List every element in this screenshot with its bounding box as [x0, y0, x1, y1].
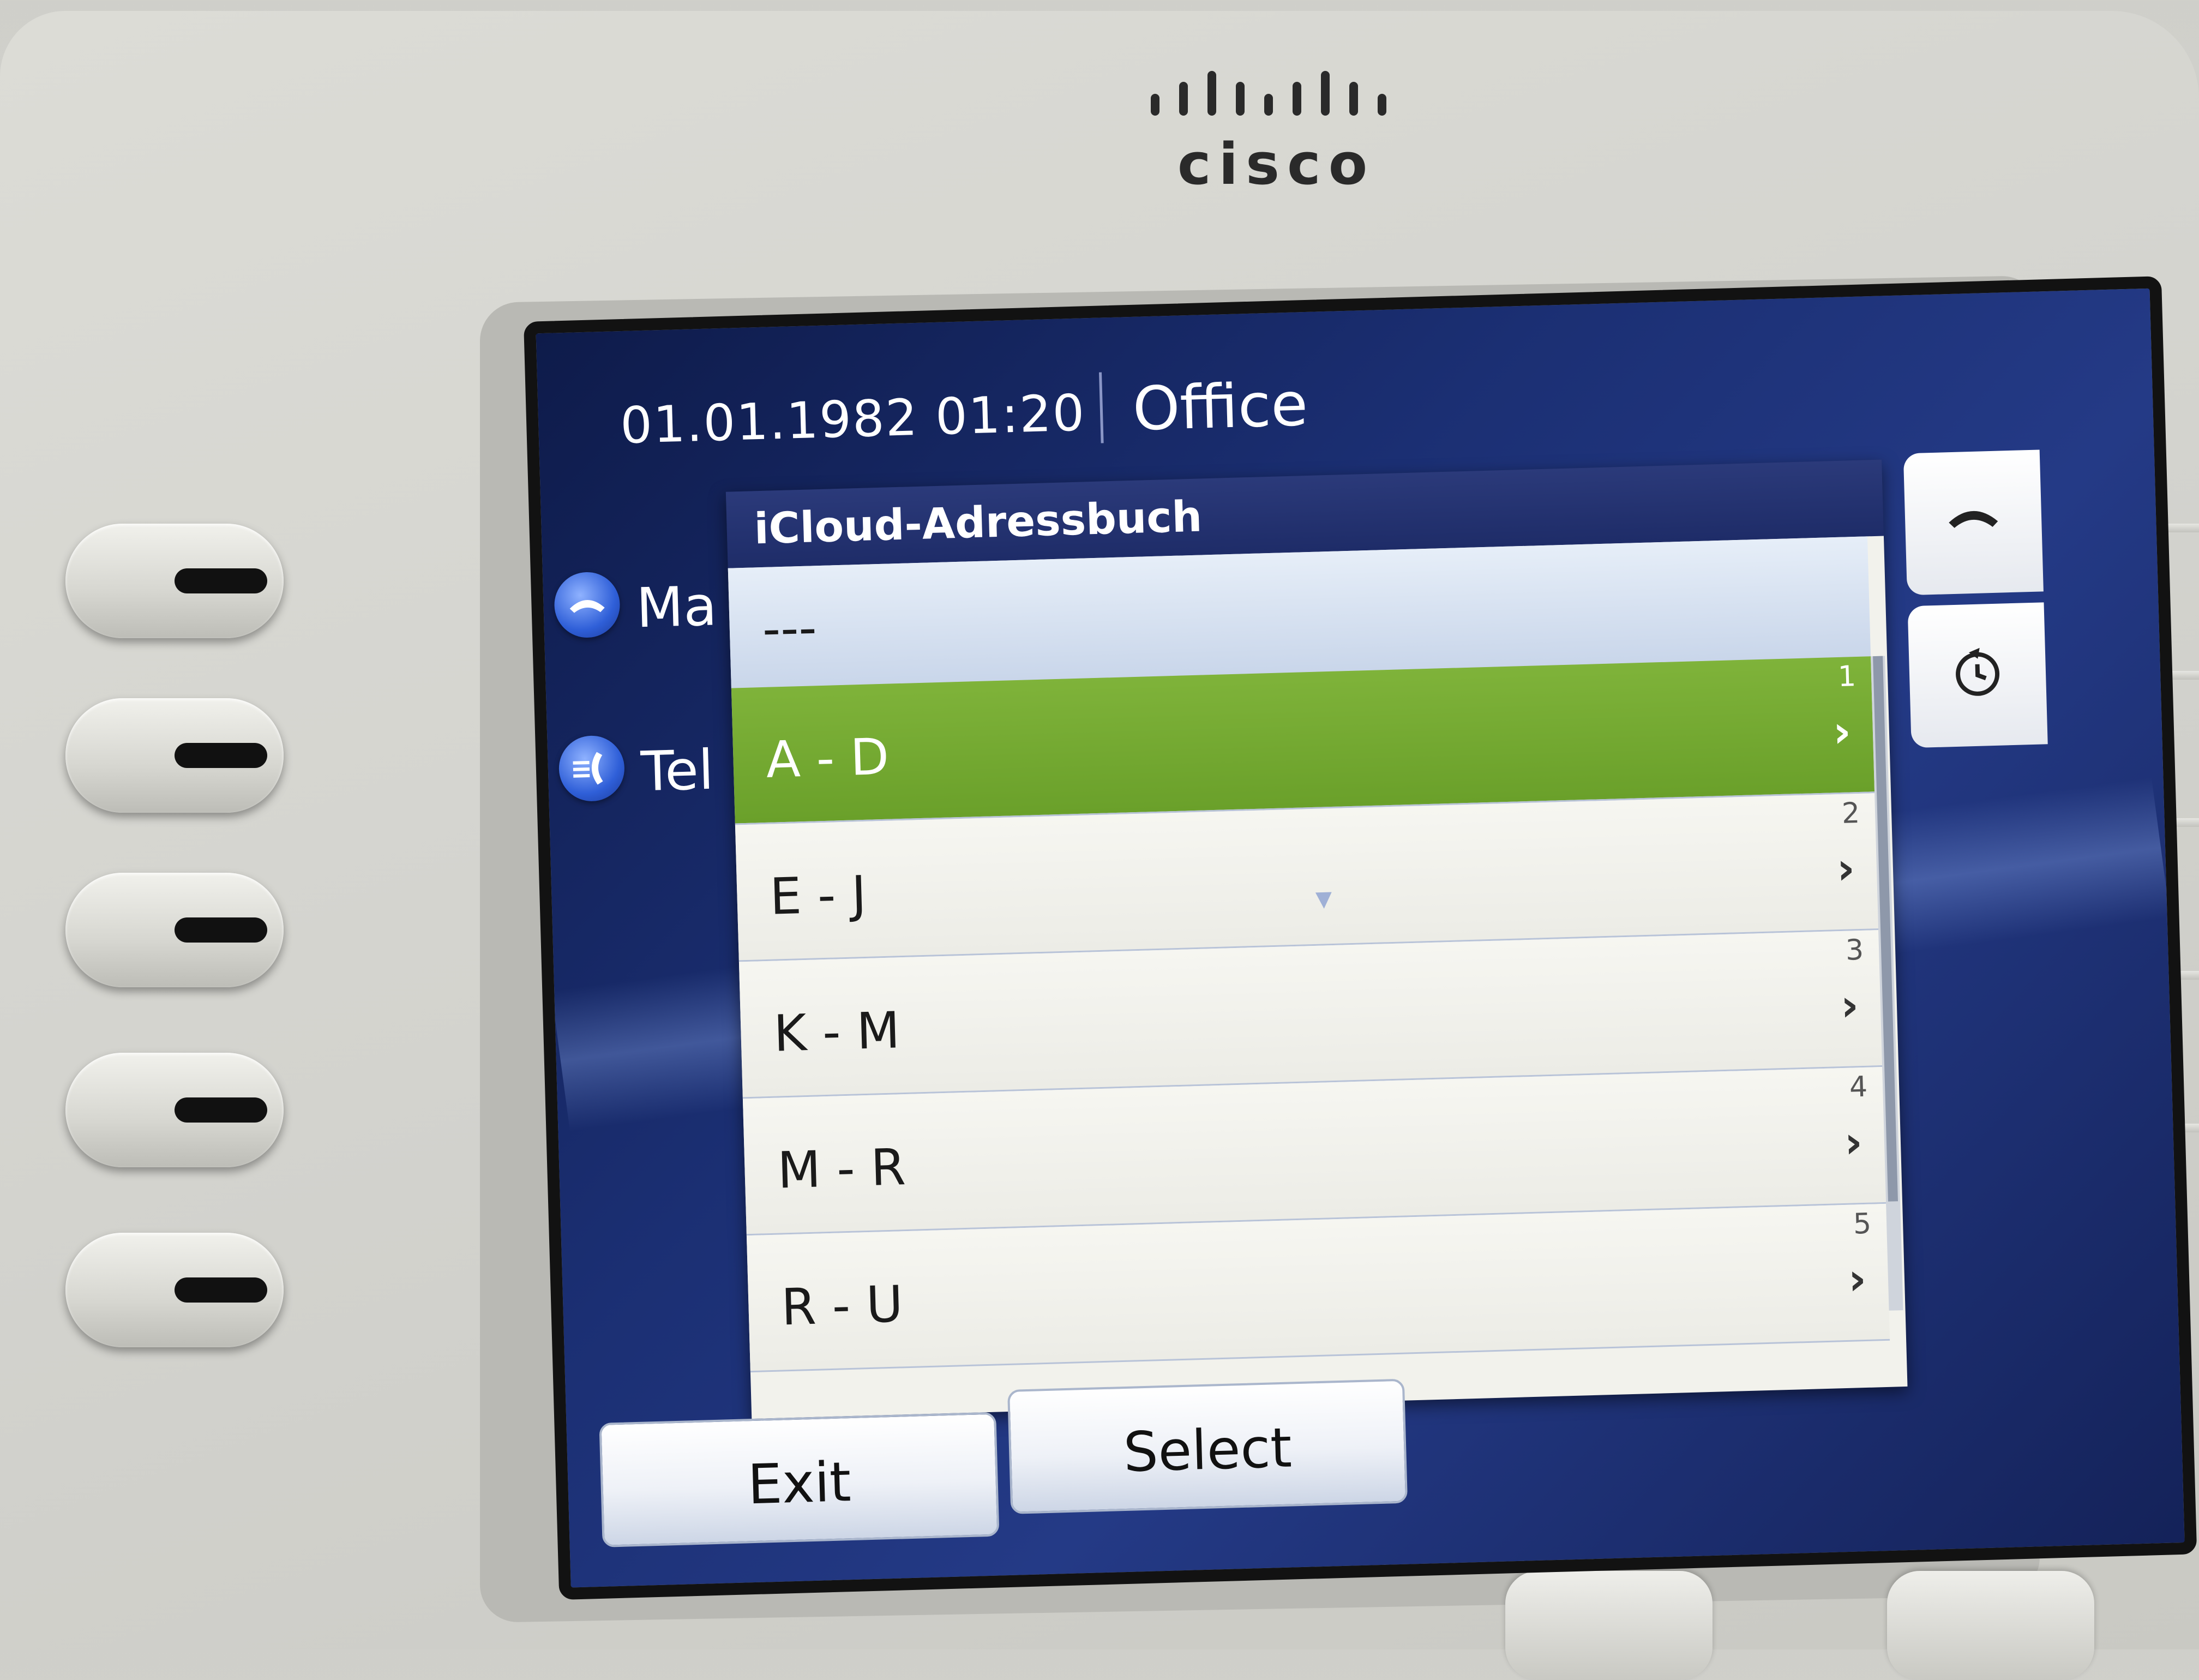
line-key-5[interactable] [65, 1233, 284, 1347]
list-item-label: A - D [765, 727, 890, 789]
line-key-indicator [175, 568, 267, 593]
bottom-key[interactable] [1505, 1571, 1713, 1680]
handset-icon [553, 571, 621, 639]
cisco-bars-icon [1151, 71, 1386, 116]
back-button[interactable] [1907, 602, 2048, 748]
line-key-1[interactable] [65, 524, 284, 638]
status-divider [1098, 372, 1104, 443]
line-key-3[interactable] [65, 873, 284, 987]
bottom-key[interactable] [1887, 1571, 2094, 1680]
end-call-icon [1904, 488, 2042, 555]
line-key-indicator [175, 917, 267, 943]
chevron-right-icon: › [1836, 843, 1856, 895]
address-book-popup: iCloud-Adressbuch --- 1 A - D › 2 E - J … [725, 459, 1908, 1419]
list-item-label: R - U [780, 1275, 904, 1337]
line-entry-2[interactable]: Tel [558, 726, 745, 804]
select-label: Select [1122, 1415, 1293, 1485]
line-label: Ma [635, 574, 718, 640]
line-label: Tel [640, 737, 715, 804]
phone-label: Office [1132, 369, 1309, 444]
chevron-right-icon: › [1832, 706, 1852, 758]
phone-ringing-icon [558, 735, 626, 802]
exit-label: Exit [747, 1450, 852, 1517]
brand-name: cisco [1177, 131, 1375, 197]
list-item-index: 4 [1849, 1070, 1868, 1104]
line-key-indicator [175, 1097, 267, 1123]
chevron-right-icon: › [1843, 1117, 1864, 1168]
address-book-list: --- 1 A - D › 2 E - J › 3 K - M › 4 M - … [728, 536, 1908, 1419]
line-key-indicator [175, 743, 267, 768]
list-item-index: 5 [1853, 1207, 1872, 1241]
list-item-label: M - R [777, 1138, 907, 1200]
list-item-index: 1 [1837, 660, 1856, 693]
line-entry-1[interactable]: Ma [553, 562, 741, 640]
list-item-label: K - M [773, 1001, 901, 1063]
line-key-indicator [175, 1277, 267, 1303]
list-item-label: E - J [769, 865, 867, 926]
list-item-label: --- [761, 598, 818, 658]
date-time: 01.01.1982 01:20 [619, 383, 1086, 455]
list-item-index: 2 [1841, 796, 1860, 830]
line-key-2[interactable] [65, 698, 284, 813]
line-key-4[interactable] [65, 1053, 284, 1167]
chevron-right-icon: › [1847, 1253, 1867, 1305]
cisco-logo: cisco [1145, 60, 1396, 197]
popup-title: iCloud-Adressbuch [753, 492, 1203, 554]
select-softkey[interactable]: Select [1007, 1378, 1408, 1514]
chevron-right-icon: › [1840, 980, 1860, 1031]
scroll-caret-icon: ▾ [1315, 879, 1333, 917]
list-item-index: 3 [1845, 933, 1864, 967]
exit-softkey[interactable]: Exit [599, 1412, 1000, 1547]
end-call-button[interactable] [1903, 449, 2044, 596]
phone-screen: 01.01.1982 01:20 Office Ma Tel iCloud-Ad… [524, 276, 2197, 1600]
back-icon [1909, 640, 2047, 717]
